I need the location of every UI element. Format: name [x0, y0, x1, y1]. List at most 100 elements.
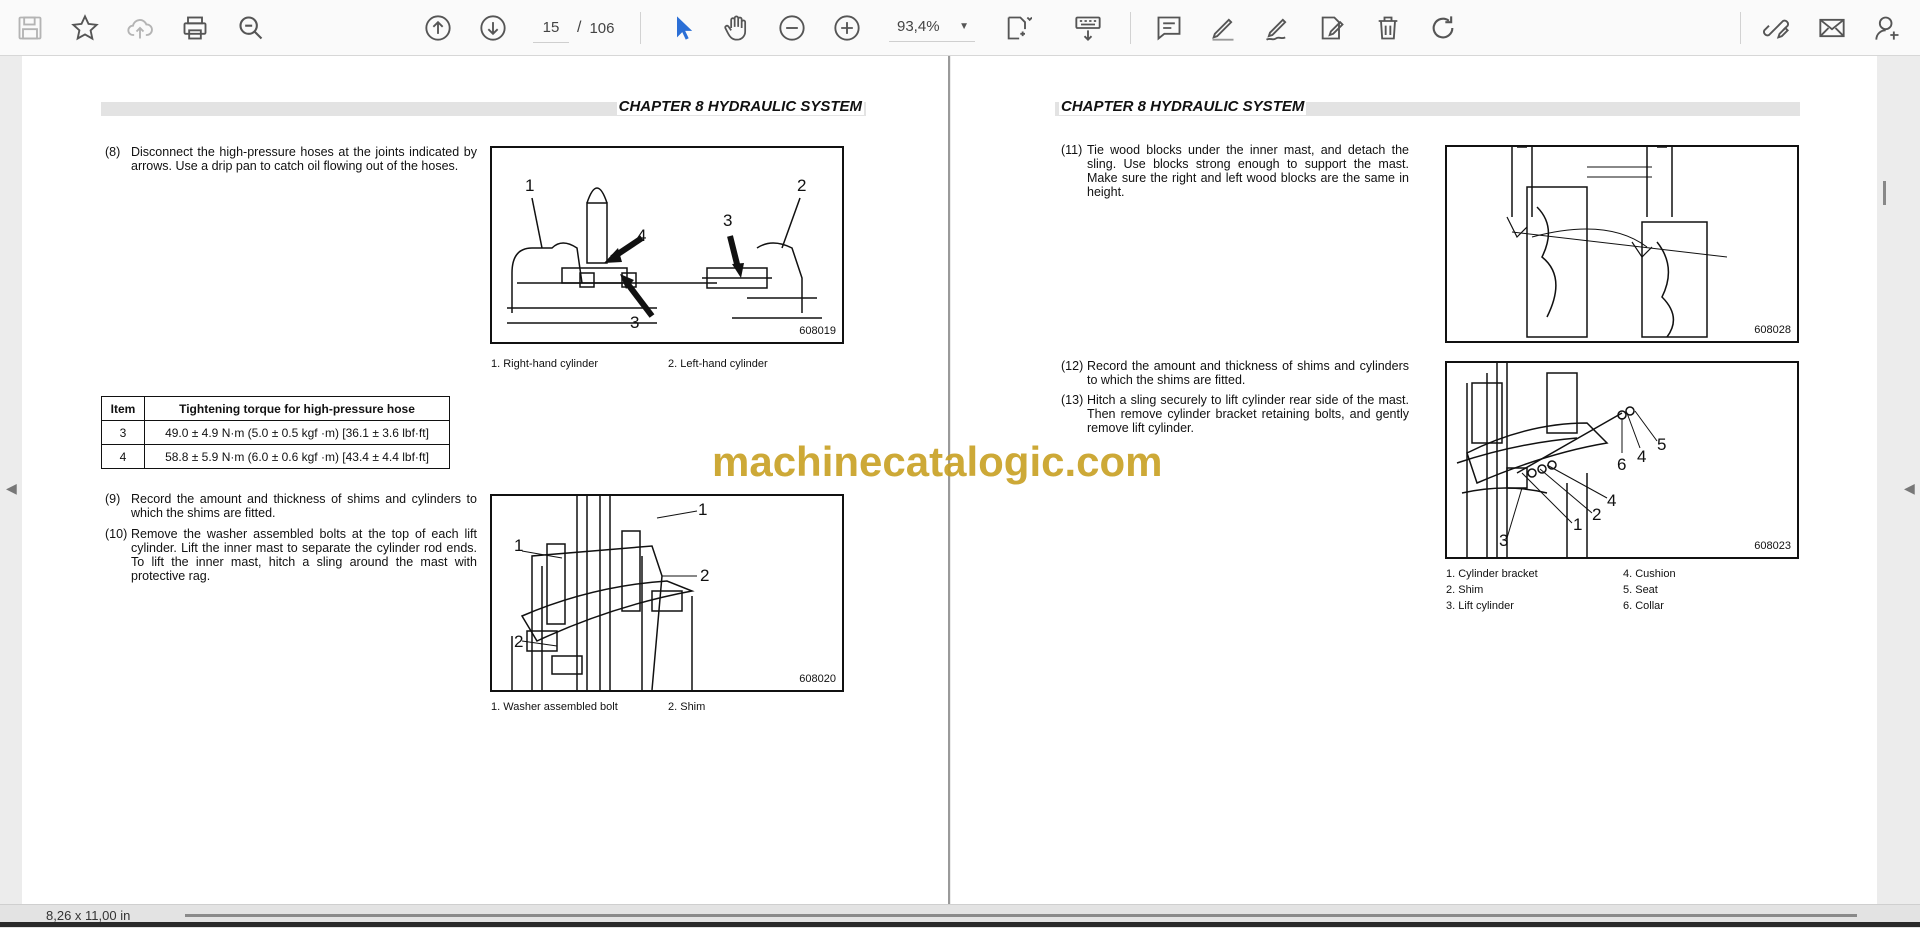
watermark-text: machinecatalogic.com: [712, 438, 1163, 485]
step-number: (10): [105, 527, 128, 541]
step-number: (12): [1061, 359, 1084, 373]
callout-label: 4: [1607, 491, 1617, 510]
toolbar-divider-2: [1130, 12, 1131, 44]
figure-caption: 2. Shim: [668, 701, 706, 713]
figure-wood-blocks: 608028: [1445, 145, 1799, 343]
zoom-search-icon[interactable]: [233, 10, 269, 46]
link-tools-icon[interactable]: [1758, 10, 1794, 46]
callout-label: 3: [723, 211, 733, 230]
step-text: Remove the washer assembled bolts at the…: [131, 527, 477, 583]
chapter-title: CHAPTER 8 HYDRAULIC SYSTEM: [1059, 98, 1307, 115]
page-separator: /: [577, 19, 582, 36]
hand-pan-icon[interactable]: [719, 10, 755, 46]
zoom-out-icon[interactable]: [774, 10, 810, 46]
comment-icon[interactable]: [1151, 10, 1187, 46]
right-panel-toggle-icon[interactable]: ◀: [1904, 480, 1915, 497]
mast-top-drawing: [511, 496, 695, 690]
figure-code: 608028: [1754, 324, 1791, 336]
draw-sign-icon[interactable]: [1259, 10, 1295, 46]
hose-joints-drawing: [507, 187, 822, 324]
callout-label: 2: [797, 176, 807, 195]
figure-hose-joints: 1 2 3 4 3 608019: [490, 146, 844, 344]
figure-code: 608019: [799, 325, 836, 337]
horizontal-scrollbar[interactable]: [185, 914, 1857, 917]
figure-lift-cylinder: 5 4 6 4 2 1 3 608023: [1445, 361, 1799, 559]
chevron-down-icon: ▼: [959, 21, 969, 32]
email-icon[interactable]: [1814, 10, 1850, 46]
add-user-icon[interactable]: [1870, 10, 1906, 46]
callout-label: 1: [514, 536, 524, 555]
highlight-pen-icon[interactable]: [1205, 10, 1241, 46]
table-cell: 58.8 ± 5.9 N·m (6.0 ± 0.6 kgf ·m) [43.4 …: [144, 444, 450, 469]
step-text: Hitch a sling securely to lift cylinder …: [1087, 393, 1409, 435]
figure-code: 608020: [799, 673, 836, 685]
callout-label: 2: [1592, 505, 1602, 524]
figure-caption: 1. Washer assembled bolt: [491, 701, 618, 713]
step-number: (8): [105, 145, 121, 159]
callout-label: 6: [1617, 455, 1627, 474]
save-icon[interactable]: [12, 10, 48, 46]
callout-label: 4: [637, 226, 647, 245]
left-panel-toggle-icon[interactable]: ◀: [6, 480, 17, 497]
table-row: 3 49.0 ± 4.9 N·m (5.0 ± 0.5 kgf ·m) [36.…: [101, 420, 450, 445]
callout-label: 3: [630, 313, 640, 332]
figure-washer-bolts: 1 1 2 2 608020: [490, 494, 844, 692]
figure-caption: 5. Seat: [1623, 584, 1658, 596]
step-text: Record the amount and thickness of shims…: [131, 492, 477, 520]
zoom-value: 93,4%: [897, 18, 940, 35]
page-fit-icon[interactable]: [1000, 10, 1036, 46]
page-navigator: 15 / 106: [533, 13, 614, 43]
callout-label: 2: [700, 566, 710, 585]
chapter-header-bar: CHAPTER 8 HYDRAULIC SYSTEM: [1055, 98, 1800, 116]
callout-label: 1: [1573, 515, 1583, 534]
table-header-row: Item Tightening torque for high-pressure…: [101, 396, 450, 421]
zoom-in-icon[interactable]: [829, 10, 865, 46]
table-row: 4 58.8 ± 5.9 N·m (6.0 ± 0.6 kgf ·m) [43.…: [101, 444, 450, 469]
bookmark-star-icon[interactable]: [67, 10, 103, 46]
step-number: (13): [1061, 393, 1084, 407]
figure-caption: 4. Cushion: [1623, 568, 1676, 580]
total-pages: 106: [589, 19, 615, 37]
chapter-title: CHAPTER 8 HYDRAULIC SYSTEM: [616, 98, 864, 115]
current-page-input[interactable]: 15: [533, 14, 569, 43]
figure-caption: 2. Left-hand cylinder: [668, 358, 768, 370]
figure-caption: 6. Collar: [1623, 600, 1664, 612]
select-cursor-icon[interactable]: [666, 10, 702, 46]
step-text: Record the amount and thickness of shims…: [1087, 359, 1409, 387]
cloud-upload-icon[interactable]: [122, 10, 158, 46]
callout-label: 1: [525, 176, 535, 195]
rotate-icon[interactable]: [1425, 10, 1461, 46]
step-number: (9): [105, 492, 121, 506]
zoom-select[interactable]: 93,4% ▼: [889, 13, 975, 42]
next-page-icon[interactable]: [475, 10, 511, 46]
toolbar-divider-3: [1740, 12, 1741, 44]
callout-label: 4: [1637, 447, 1647, 466]
figure-code: 608023: [1754, 540, 1791, 552]
keyboard-icon[interactable]: [1070, 10, 1106, 46]
column-header: Tightening torque for high-pressure hose: [144, 396, 450, 421]
chapter-header-bar: CHAPTER 8 HYDRAULIC SYSTEM: [101, 98, 866, 116]
figure-caption: 1. Cylinder bracket: [1446, 568, 1538, 580]
toolbar: 15 / 106 93,4% ▼: [0, 0, 1920, 56]
wood-blocks-drawing: [1506, 147, 1728, 338]
toolbar-divider: [640, 12, 641, 44]
column-header: Item: [101, 396, 145, 421]
callout-label: 5: [1657, 435, 1667, 454]
taskbar-edge: [0, 922, 1920, 927]
figure-caption: 1. Right-hand cylinder: [491, 358, 599, 370]
step-number: (11): [1061, 143, 1083, 157]
delete-icon[interactable]: [1370, 10, 1406, 46]
page-size-readout: 8,26 x 11,00 in: [46, 908, 131, 923]
table-cell: 3: [101, 420, 145, 445]
table-cell: 4: [101, 444, 145, 469]
vertical-scrollbar[interactable]: [1883, 181, 1886, 205]
print-icon[interactable]: [177, 10, 213, 46]
figure-caption: 2. Shim: [1446, 584, 1484, 596]
step-9: (9) Record the amount and thickness of s…: [105, 492, 477, 522]
edit-text-icon[interactable]: [1314, 10, 1350, 46]
table-cell: 49.0 ± 4.9 N·m (5.0 ± 0.5 kgf ·m) [36.1 …: [144, 420, 450, 445]
callout-label: 1: [698, 500, 708, 519]
step-text: Tie wood blocks under the inner mast, an…: [1087, 143, 1409, 199]
callout-label: 2: [514, 632, 524, 651]
prev-page-icon[interactable]: [420, 10, 456, 46]
